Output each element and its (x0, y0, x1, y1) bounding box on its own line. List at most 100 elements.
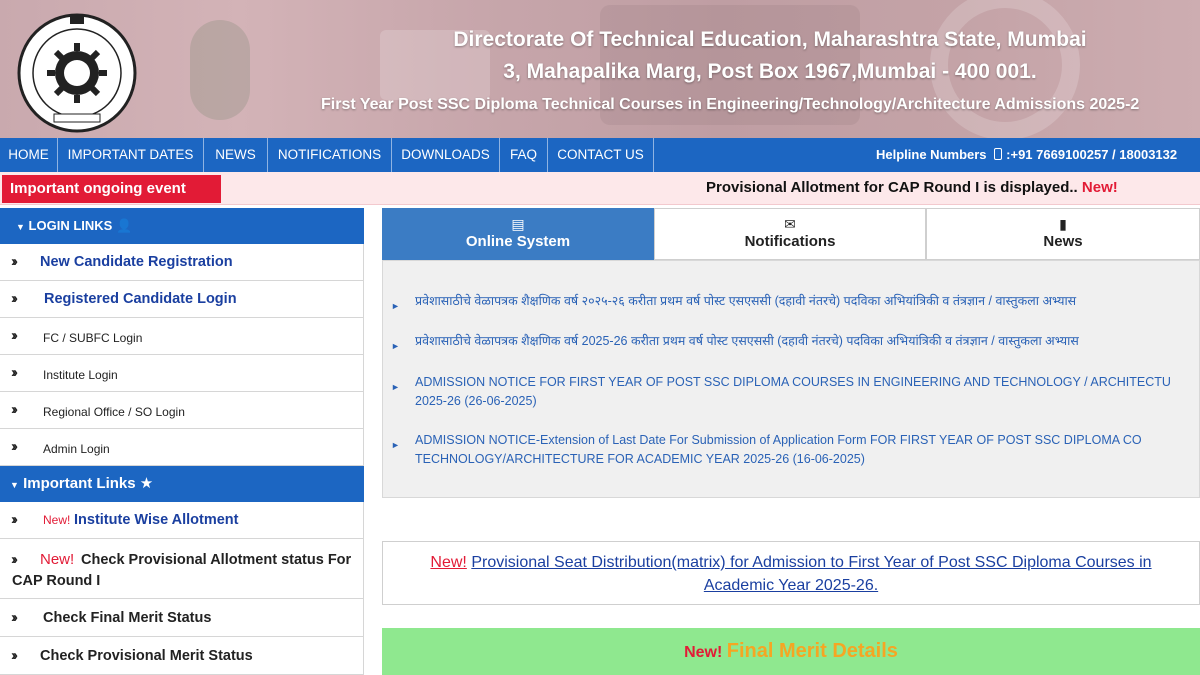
tab-news[interactable]: ▮ News (926, 208, 1200, 260)
sidebar-item-allotment-status[interactable]: ›› New! Check Provisional Allotment stat… (0, 539, 364, 599)
caret-down-icon: ▼ (10, 480, 19, 490)
seat-distribution-line2[interactable]: Academic Year 2025-26. (383, 574, 1199, 597)
phone-icon (994, 148, 1003, 160)
sidebar-item-institute-allotment[interactable]: ›› New! Institute Wise Allotment (0, 502, 364, 539)
notice-text-line2: TECHNOLOGY/ARCHITECTURE FOR ACADEMIC YEA… (415, 452, 865, 466)
new-badge: New! (1081, 179, 1118, 196)
seat-distribution-line1[interactable]: New! Provisional Seat Distribution(matri… (383, 551, 1199, 574)
event-ticker: Important ongoing event Provisional Allo… (0, 172, 1200, 205)
notice-text: प्रवेशासाठीचे वेळापत्रक शैक्षणिक वर्ष २०… (415, 294, 1077, 308)
sidebar-item-label: FC / SUBFC Login (43, 331, 143, 345)
banner-decoration (190, 20, 250, 120)
double-chevron-icon: ›› (11, 364, 18, 381)
important-links-label: Important Links (23, 475, 136, 492)
double-chevron-icon: ›› (11, 647, 18, 664)
tab-notifications[interactable]: ✉ Notifications (654, 208, 926, 260)
notice-list: ► प्रवेशासाठीचे वेळापत्रक शैक्षणिक वर्ष … (382, 260, 1200, 498)
helpline-label: Helpline Numbers (876, 147, 987, 162)
main-nav: HOME IMPORTANT DATES NEWS NOTIFICATIONS … (0, 138, 1200, 172)
double-chevron-icon: ›› (11, 401, 18, 418)
sidebar-item-label-line2: CAP Round I (12, 573, 101, 589)
maharashtra-seal-logo (17, 13, 137, 133)
sidebar-item-label: Regional Office / SO Login (43, 405, 185, 419)
final-merit-banner[interactable]: New! Final Merit Details (382, 628, 1200, 675)
star-icon: ★ (139, 475, 154, 492)
login-links-label: LOGIN LINKS (28, 218, 113, 233)
new-badge: New! (43, 513, 71, 527)
tab-label: Notifications (744, 233, 836, 250)
tab-label: Online System (465, 233, 571, 250)
nav-notifications[interactable]: NOTIFICATIONS (268, 138, 392, 172)
sidebar-item-admin-login[interactable]: ›› Admin Login (0, 429, 364, 466)
nav-contact-us[interactable]: CONTACT US (548, 138, 654, 172)
double-chevron-icon: ›› (11, 290, 18, 307)
bullet-triangle-icon: ► (391, 301, 400, 311)
important-links-heading[interactable]: ▼ Important Links ★ (0, 466, 364, 502)
sidebar-item-label: Registered Candidate Login (44, 291, 237, 307)
header-banner: Directorate Of Technical Education, Maha… (0, 0, 1200, 138)
ticker-message[interactable]: Provisional Allotment for CAP Round I is… (706, 179, 1118, 196)
sidebar-item-label: New Candidate Registration (40, 254, 233, 270)
left-sidebar: ▼ LOGIN LINKS 👤 ›› New Candidate Registr… (0, 208, 364, 675)
list-icon: ▤ (511, 216, 525, 232)
notice-item[interactable]: ► प्रवेशासाठीचे वेळापत्रक शैक्षणिक वर्ष … (391, 332, 1199, 351)
nav-faq[interactable]: FAQ (500, 138, 548, 172)
double-chevron-icon: ›› (11, 609, 18, 626)
double-chevron-icon: ›› (11, 438, 18, 455)
sidebar-item-label: Check Final Merit Status (43, 610, 212, 626)
seat-distribution-link-line2[interactable]: Academic Year 2025-26. (704, 577, 878, 594)
ticker-text: Provisional Allotment for CAP Round I is… (706, 179, 1078, 196)
sidebar-item-provisional-merit[interactable]: ›› Check Provisional Merit Status (0, 637, 364, 675)
notice-text: ADMISSION NOTICE-Extension of Last Date … (415, 433, 1142, 447)
sidebar-item-regional-login[interactable]: ›› Regional Office / SO Login (0, 392, 364, 429)
header-address: 3, Mahapalika Marg, Post Box 1967,Mumbai… (503, 60, 1037, 83)
sidebar-item-label: Institute Wise Allotment (74, 512, 239, 528)
double-chevron-icon: ›› (11, 253, 18, 270)
login-links-heading[interactable]: ▼ LOGIN LINKS 👤 (0, 208, 364, 244)
final-merit-title: Final Merit Details (726, 640, 898, 662)
bullet-triangle-icon: ► (391, 341, 400, 351)
notice-item[interactable]: ► ADMISSION NOTICE FOR FIRST YEAR OF POS… (391, 373, 1199, 411)
sidebar-item-final-merit[interactable]: ›› Check Final Merit Status (0, 599, 364, 637)
envelope-icon: ✉ (784, 216, 796, 232)
ongoing-event-tag: Important ongoing event (2, 175, 221, 203)
sidebar-item-registered-login[interactable]: ›› Registered Candidate Login (0, 281, 364, 318)
nav-home[interactable]: HOME (0, 138, 58, 172)
caret-down-icon: ▼ (16, 222, 25, 232)
user-icon: 👤 (115, 218, 133, 233)
page-root: Directorate Of Technical Education, Maha… (0, 0, 1200, 675)
new-badge: New! (684, 644, 723, 661)
nav-important-dates[interactable]: IMPORTANT DATES (58, 138, 204, 172)
double-chevron-icon: ›› (11, 327, 18, 344)
new-badge: New! (40, 551, 75, 568)
new-badge: New! (430, 554, 467, 571)
notice-item[interactable]: ► प्रवेशासाठीचे वेळापत्रक शैक्षणिक वर्ष … (391, 292, 1199, 311)
header-subtitle: First Year Post SSC Diploma Technical Co… (321, 96, 1140, 113)
content-tabs: ▤ Online System ✉ Notifications ▮ News (382, 208, 1200, 260)
sidebar-item-institute-login[interactable]: ›› Institute Login (0, 355, 364, 392)
bullet-triangle-icon: ► (391, 440, 400, 450)
tab-label: News (1043, 233, 1083, 250)
tab-online-system[interactable]: ▤ Online System (382, 208, 654, 260)
notice-text: ADMISSION NOTICE FOR FIRST YEAR OF POST … (415, 375, 1171, 389)
seat-distribution-link[interactable]: Provisional Seat Distribution(matrix) fo… (471, 554, 1151, 571)
nav-downloads[interactable]: DOWNLOADS (392, 138, 500, 172)
header-title: Directorate Of Technical Education, Maha… (453, 28, 1087, 51)
notice-text-line2: 2025-26 (26-06-2025) (415, 394, 537, 408)
file-icon: ▮ (1059, 216, 1067, 232)
nav-news[interactable]: NEWS (204, 138, 268, 172)
notice-item[interactable]: ► ADMISSION NOTICE-Extension of Last Dat… (391, 431, 1199, 469)
helpline-numbers: :+91 7669100257 / 18003132 (1006, 147, 1178, 162)
sidebar-item-new-registration[interactable]: ›› New Candidate Registration (0, 244, 364, 281)
double-chevron-icon: ›› (11, 551, 18, 568)
sidebar-item-label: Check Provisional Allotment status For (81, 552, 352, 568)
sidebar-item-label: Admin Login (43, 442, 110, 456)
bullet-triangle-icon: ► (391, 382, 400, 392)
sidebar-item-label: Check Provisional Merit Status (40, 648, 253, 664)
sidebar-item-fc-login[interactable]: ›› FC / SUBFC Login (0, 318, 364, 355)
double-chevron-icon: ›› (11, 511, 18, 528)
helpline-info: Helpline Numbers :+91 7669100257 / 18003… (876, 138, 1177, 172)
sidebar-item-label: Institute Login (43, 368, 118, 382)
notice-text: प्रवेशासाठीचे वेळापत्रक शैक्षणिक वर्ष 20… (415, 334, 1079, 348)
seat-distribution-notice: New! Provisional Seat Distribution(matri… (382, 541, 1200, 605)
